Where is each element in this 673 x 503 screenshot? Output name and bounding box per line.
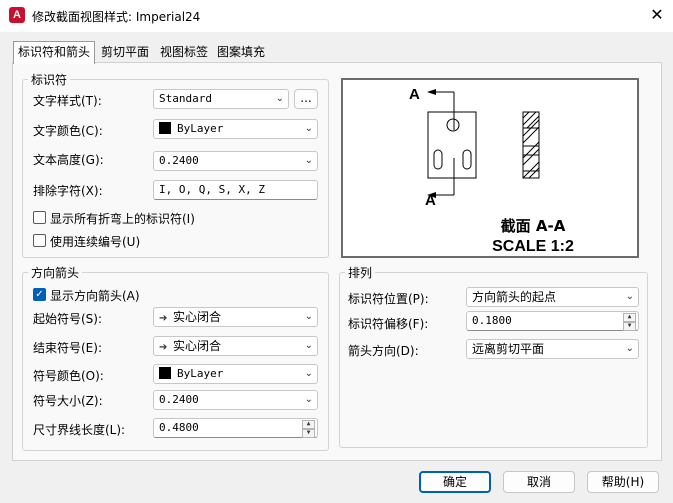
arrow-direction-label: 箭头方向(D): [348, 344, 419, 358]
symbol-size-label: 符号大小(Z): [33, 394, 103, 408]
chevron-down-icon: ⌄ [275, 93, 284, 104]
continuous-numbering-label: 使用连续编号(U) [50, 235, 141, 249]
chevron-down-icon: ⌄ [304, 394, 313, 405]
tab-cutting-plane[interactable]: 剪切平面 [97, 42, 153, 63]
color-swatch [159, 367, 171, 379]
exclude-characters-input[interactable]: I, O, Q, S, X, Z [153, 180, 318, 200]
section-letter-bottom: A [425, 192, 436, 209]
symbol-size-select[interactable]: 0.2400 ⌄ [153, 390, 318, 410]
start-symbol-select[interactable]: ➔ 实心闭合 ⌄ [153, 307, 318, 327]
spin-up-icon[interactable]: ▲ [623, 313, 636, 322]
text-style-label: 文字样式(T): [33, 94, 102, 108]
solid-arrow-icon: ➔ [159, 342, 168, 353]
chevron-down-icon: ⌄ [304, 311, 313, 322]
help-button[interactable]: 帮助(H) [587, 471, 659, 493]
autocad-app-icon: A [9, 7, 25, 23]
chevron-down-icon: ⌄ [304, 340, 313, 351]
show-all-bends-label: 显示所有折弯上的标识符(I) [50, 212, 195, 226]
exclude-characters-label: 排除字符(X): [33, 184, 103, 198]
identifier-offset-label: 标识符偏移(F): [348, 317, 429, 331]
show-all-bends-checkbox[interactable] [33, 211, 46, 224]
section-title: 截面 A-A [501, 217, 566, 235]
section-scale: SCALE 1:2 [492, 238, 574, 255]
chevron-down-icon: ⌄ [304, 123, 313, 134]
arrangement-group-title: 排列 [345, 264, 376, 281]
direction-arrows-group-title: 方向箭头 [28, 264, 83, 281]
solid-arrow-icon: ➔ [159, 313, 168, 324]
extension-length-spinner[interactable]: ▲ ▼ [302, 420, 315, 438]
tab-view-label[interactable]: 视图标签 [156, 42, 212, 63]
start-symbol-label: 起始符号(S): [33, 312, 103, 326]
chevron-down-icon: ⌄ [625, 343, 634, 354]
window-title: 修改截面视图样式: Imperial24 [32, 10, 201, 24]
symbol-color-label: 符号颜色(O): [33, 369, 104, 383]
top-arrow-head [427, 89, 436, 95]
identifier-position-label: 标识符位置(P): [348, 292, 429, 306]
identifier-group-title: 标识符 [28, 71, 71, 88]
show-arrows-checkbox[interactable]: ✓ [33, 288, 46, 301]
chevron-down-icon: ⌄ [304, 368, 313, 379]
preview-pane: A A 截面 A-A SCALE 1:2 [341, 78, 639, 258]
end-symbol-select[interactable]: ➔ 实心闭合 ⌄ [153, 336, 318, 356]
identifier-position-select[interactable]: 方向箭头的起点 ⌄ [466, 287, 639, 307]
identifier-offset-spinner[interactable]: ▲ ▼ [623, 313, 636, 331]
tab-hatch[interactable]: 图案填充 [213, 42, 269, 63]
color-swatch [159, 122, 171, 134]
text-height-label: 文本高度(G): [33, 153, 104, 167]
ok-button[interactable]: 确定 [419, 471, 491, 493]
text-style-select[interactable]: Standard ⌄ [153, 89, 289, 109]
end-symbol-label: 结束符号(E): [33, 341, 102, 355]
spin-down-icon[interactable]: ▼ [302, 429, 315, 438]
chevron-down-icon: ⌄ [625, 291, 634, 302]
chevron-down-icon: ⌄ [304, 155, 313, 166]
show-arrows-label: 显示方向箭头(A) [50, 289, 140, 303]
symbol-color-select[interactable]: ByLayer ⌄ [153, 364, 318, 384]
cancel-button[interactable]: 取消 [503, 471, 575, 493]
section-view-preview-drawing: A A 截面 A-A SCALE 1:2 [409, 86, 574, 255]
hatched-section [522, 111, 540, 179]
section-letter-top: A [409, 86, 420, 103]
arrow-direction-select[interactable]: 远离剪切平面 ⌄ [466, 339, 639, 359]
continuous-numbering-checkbox[interactable] [33, 234, 46, 247]
text-color-select[interactable]: ByLayer ⌄ [153, 119, 318, 139]
extension-length-label: 尺寸界线长度(L): [33, 423, 126, 437]
spin-down-icon[interactable]: ▼ [623, 322, 636, 331]
tab-identifier-and-arrows[interactable]: 标识符和箭头 [13, 41, 96, 64]
extension-length-input[interactable]: 0.4800 ▲ ▼ [153, 418, 318, 438]
close-icon[interactable]: ✕ [648, 6, 666, 24]
identifier-offset-input[interactable]: 0.1800 ▲ ▼ [466, 311, 639, 331]
browse-text-style-button[interactable]: ... [294, 89, 318, 109]
text-color-label: 文字颜色(C): [33, 124, 103, 138]
text-height-select[interactable]: 0.2400 ⌄ [153, 151, 318, 171]
spin-up-icon[interactable]: ▲ [302, 420, 315, 429]
